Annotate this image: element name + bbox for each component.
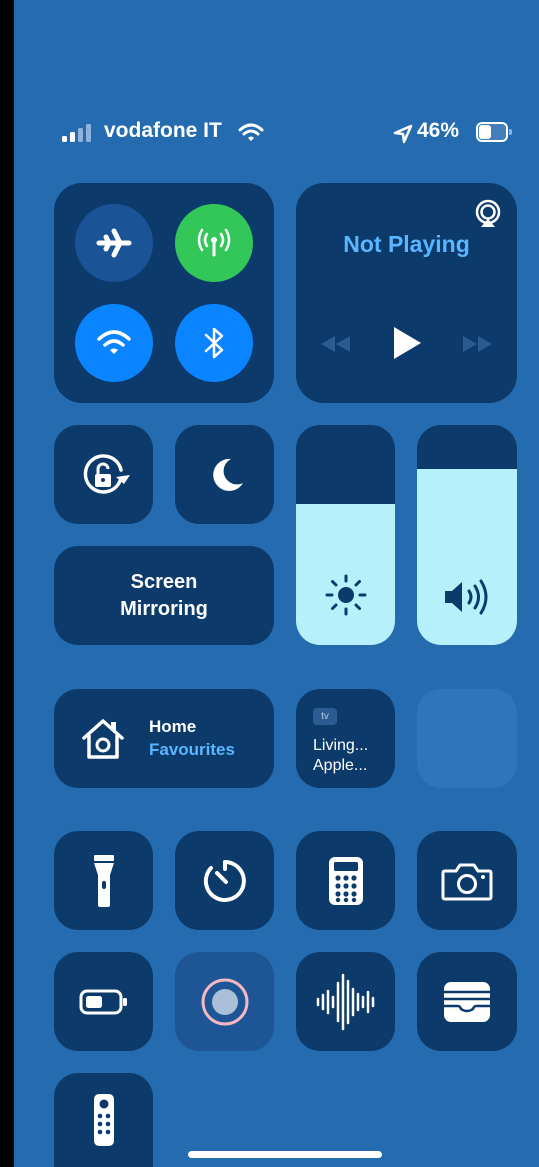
rotation-lock-icon (83, 453, 130, 494)
home-indicator[interactable] (188, 1151, 382, 1158)
airplane-icon (96, 228, 132, 258)
apple-tv-accessory[interactable]: tv Living... Apple... (296, 689, 395, 788)
home-icon (82, 719, 124, 759)
screen-record-icon (201, 978, 248, 1025)
wifi-icon (97, 330, 131, 354)
focus-button[interactable] (175, 425, 274, 524)
battery-percent: 46% (417, 119, 460, 142)
status-bar: vodafone IT 46% (62, 118, 512, 148)
home-favourites-button[interactable]: Home Favourites (54, 689, 274, 788)
battery-icon (476, 122, 512, 142)
camera-icon (441, 863, 493, 900)
now-playing-module[interactable]: Not Playing (296, 183, 517, 403)
calculator-button[interactable] (296, 831, 395, 930)
wallet-icon (444, 981, 490, 1022)
cellular-data-button[interactable] (175, 204, 253, 282)
low-power-icon (79, 989, 127, 1014)
flashlight-button[interactable] (54, 831, 153, 930)
volume-slider-fill (417, 469, 517, 645)
screen-recording-button[interactable] (175, 952, 274, 1051)
bluetooth-button[interactable] (175, 304, 253, 382)
play-icon[interactable] (391, 325, 423, 361)
apple-tv-line2: Apple... (313, 757, 368, 774)
volume-icon (445, 579, 488, 615)
flashlight-icon (93, 854, 114, 907)
moon-icon (212, 458, 243, 491)
voice-memos-button[interactable] (296, 952, 395, 1051)
carrier-name: vodafone IT (104, 119, 222, 142)
location-icon (393, 124, 413, 144)
home-title: Home (149, 717, 197, 736)
apple-tv-line1: Living... (313, 737, 369, 754)
timer-icon (203, 859, 246, 902)
timer-button[interactable] (175, 831, 274, 930)
apple-tv-badge-text: tv (321, 711, 329, 722)
signal-icon (62, 124, 91, 142)
brightness-slider[interactable] (296, 425, 395, 645)
empty-accessory-slot (417, 689, 517, 788)
now-playing-title: Not Playing (343, 231, 470, 257)
apple-tv-remote-button[interactable] (54, 1073, 153, 1167)
screen-mirroring-label-line2: Mirroring (120, 597, 208, 620)
wallet-button[interactable] (417, 952, 517, 1051)
rewind-icon[interactable] (318, 333, 352, 355)
voice-memo-icon (316, 973, 374, 1030)
wifi-button[interactable] (75, 304, 153, 382)
airplay-icon[interactable] (472, 199, 504, 229)
calculator-icon (328, 856, 363, 905)
wifi-status-icon (238, 123, 264, 141)
brightness-icon (325, 574, 367, 616)
rotation-lock-button[interactable] (54, 425, 153, 524)
cellular-icon (197, 228, 231, 257)
fast-forward-icon[interactable] (461, 333, 495, 355)
camera-button[interactable] (417, 831, 517, 930)
screen-mirroring-button[interactable]: Screen Mirroring (54, 546, 274, 645)
volume-slider[interactable] (417, 425, 517, 645)
control-center: vodafone IT 46% Not Playing Screen Mirro… (14, 0, 539, 1167)
connectivity-module (54, 183, 274, 403)
airplane-mode-button[interactable] (75, 204, 153, 282)
bluetooth-icon (204, 327, 224, 359)
remote-icon (93, 1094, 114, 1146)
low-power-button[interactable] (54, 952, 153, 1051)
home-subtitle: Favourites (149, 740, 235, 759)
screen-mirroring-label-line1: Screen (130, 570, 198, 593)
apple-tv-badge: tv (313, 708, 337, 725)
